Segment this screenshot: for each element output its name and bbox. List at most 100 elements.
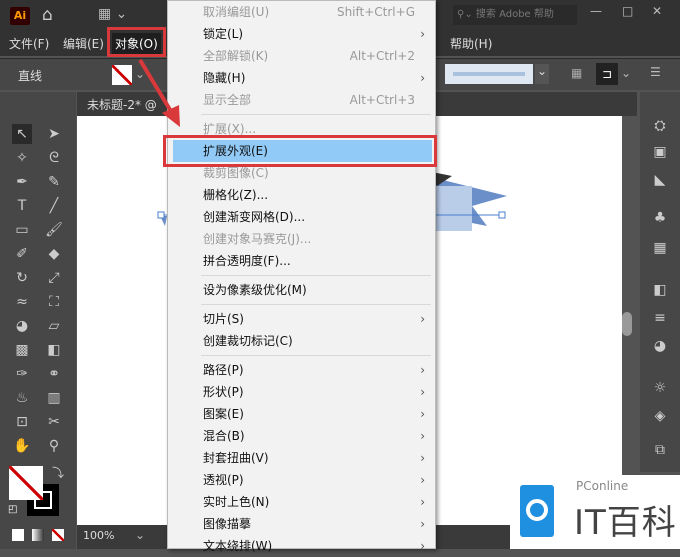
zoom-icon[interactable]: ⚲	[44, 436, 64, 456]
menu-edit[interactable]: 编辑(E)	[63, 35, 104, 52]
layers-icon[interactable]: ◈	[650, 408, 670, 428]
home-icon[interactable]: ⌂	[42, 5, 53, 25]
menu-item-label: 隐藏(H)	[203, 71, 246, 85]
close-button[interactable]: ✕	[652, 4, 662, 18]
gradient-panel-icon[interactable]: ◧	[650, 282, 670, 302]
symbols-icon[interactable]: ♣	[650, 210, 670, 230]
menu-item-shortcut: Shift+Ctrl+G	[336, 5, 415, 19]
shape-builder-icon[interactable]: ◕	[12, 316, 32, 336]
chevron-right-icon: ›	[420, 27, 425, 41]
selection-tool-icon[interactable]: ↖	[12, 124, 32, 144]
scale-icon[interactable]: ⤢	[44, 268, 64, 288]
menu-item-label: 栅格化(Z)...	[203, 188, 269, 202]
pen-tool-icon[interactable]: ✒	[12, 172, 32, 192]
list-icon[interactable]: ☰	[650, 65, 661, 79]
color-guide-icon[interactable]: ◣	[650, 172, 670, 192]
menu-item[interactable]: 混合(B) ›	[168, 425, 437, 447]
mesh-icon[interactable]: ▩	[12, 340, 32, 360]
zoom-level[interactable]: 100%	[83, 529, 114, 542]
appearance-icon[interactable]: ☼	[650, 380, 670, 400]
object-menu-dropdown: 取消编组(U) Shift+Ctrl+G 锁定(L) › 全部解锁(K) Alt+Ctrl…	[167, 0, 437, 553]
color-mode-icon[interactable]	[12, 529, 24, 541]
eraser-icon[interactable]: ◆	[44, 244, 64, 264]
blend-icon[interactable]: ⚭	[44, 364, 64, 384]
type-tool-icon[interactable]: T	[12, 196, 32, 216]
graph-tool-icon[interactable]: ▥	[44, 388, 64, 408]
menu-item-label: 切片(S)	[203, 312, 244, 326]
artboard-icon[interactable]: ⊡	[12, 412, 32, 432]
chevron-down-icon[interactable]: ⌄	[621, 66, 631, 80]
direct-selection-tool-icon[interactable]: ➤	[44, 124, 64, 144]
menu-item: 显示全部 Alt+Ctrl+3	[168, 89, 437, 111]
fill-swatch-large[interactable]	[9, 466, 43, 500]
maximize-button[interactable]: □	[622, 4, 633, 18]
slice-icon[interactable]: ✂	[44, 412, 64, 432]
artboards-icon[interactable]: ⧉	[650, 442, 670, 462]
none-mode-icon[interactable]	[52, 529, 64, 541]
warp-icon[interactable]: ≈	[12, 292, 32, 312]
chevron-right-icon: ›	[420, 495, 425, 509]
align-icon[interactable]: ▦	[571, 66, 582, 80]
menu-item[interactable]: 切片(S) ›	[168, 308, 437, 330]
menu-item[interactable]: 设为像素级优化(M)	[168, 279, 437, 301]
rotate-icon[interactable]: ↻	[12, 268, 32, 288]
brush-preview[interactable]	[445, 64, 533, 84]
swap-icon[interactable]: ⤵	[52, 464, 64, 481]
line-tool-icon[interactable]: ╱	[44, 196, 64, 216]
paintbrush-icon[interactable]: 🖌	[44, 220, 64, 240]
transparency-icon[interactable]: ◕	[650, 338, 670, 358]
menu-item[interactable]: 创建渐变网格(D)...	[168, 206, 437, 228]
magic-wand-icon[interactable]: ✧	[12, 148, 32, 168]
workspace-switcher-icon[interactable]: ▦ ⌄	[98, 6, 127, 22]
menu-item[interactable]: 拼合透明度(F)...	[168, 250, 437, 272]
chevron-right-icon: ›	[420, 517, 425, 531]
menu-item-label: 文本绕排(W)	[203, 539, 273, 553]
libraries-icon[interactable]: ▣	[650, 144, 670, 164]
scrollbar[interactable]	[622, 312, 632, 336]
menu-item[interactable]: 图像描摹 ›	[168, 513, 437, 535]
menu-item[interactable]: 隐藏(H) ›	[168, 67, 437, 89]
free-transform-icon[interactable]: ⛶	[44, 292, 64, 312]
hand-icon[interactable]: ✋	[12, 436, 32, 456]
rectangle-tool-icon[interactable]: ▭	[12, 220, 32, 240]
chevron-right-icon: ›	[420, 539, 425, 553]
watermark-logo-icon	[520, 485, 554, 537]
menu-item[interactable]: 栅格化(Z)...	[168, 184, 437, 206]
perspective-icon[interactable]: ▱	[44, 316, 64, 336]
stroke-panel-icon[interactable]: ≡	[650, 310, 670, 330]
gradient-mode-icon[interactable]	[32, 529, 44, 541]
gradient-icon[interactable]: ◧	[44, 340, 64, 360]
annotation-arrow	[138, 58, 180, 127]
menu-item[interactable]: 创建裁切标记(C)	[168, 330, 437, 352]
minimize-button[interactable]: —	[590, 4, 602, 18]
menu-item-label: 创建渐变网格(D)...	[203, 210, 306, 224]
annotation-box-expand-appearance	[163, 135, 437, 167]
menu-separator	[201, 355, 431, 356]
menu-file[interactable]: 文件(F)	[9, 35, 49, 52]
properties-icon[interactable]: ⛭	[650, 118, 670, 138]
menu-item[interactable]: 文本绕排(W) ›	[168, 535, 437, 557]
menu-item[interactable]: 形状(P) ›	[168, 381, 437, 403]
chevron-down-icon[interactable]: ⌄	[535, 64, 549, 84]
menu-item-label: 形状(P)	[203, 385, 244, 399]
chevron-down-icon[interactable]: ⌄	[135, 528, 145, 542]
symbol-sprayer-icon[interactable]: ♨	[12, 388, 32, 408]
fill-swatch[interactable]	[112, 65, 132, 85]
menu-item[interactable]: 封套扭曲(V) ›	[168, 447, 437, 469]
default-colors-icon[interactable]: ◰	[8, 504, 17, 515]
search-input[interactable]: ⚲⌄ 搜索 Adobe 帮助	[453, 5, 577, 25]
snap-icon[interactable]: ⊐	[596, 63, 618, 85]
eyedropper-icon[interactable]: ✑	[12, 364, 32, 384]
lasso-icon[interactable]: ᘓ	[44, 148, 64, 168]
menu-item-label: 路径(P)	[203, 363, 244, 377]
swatches-icon[interactable]: ▦	[650, 240, 670, 260]
menu-item[interactable]: 锁定(L) ›	[168, 23, 437, 45]
menu-item[interactable]: 图案(E) ›	[168, 403, 437, 425]
menu-item[interactable]: 路径(P) ›	[168, 359, 437, 381]
chevron-right-icon: ›	[420, 71, 425, 85]
menu-item[interactable]: 实时上色(N) ›	[168, 491, 437, 513]
menu-item[interactable]: 透视(P) ›	[168, 469, 437, 491]
shaper-icon[interactable]: ✐	[12, 244, 32, 264]
curvature-icon[interactable]: ✎	[44, 172, 64, 192]
menu-help[interactable]: 帮助(H)	[450, 35, 492, 52]
